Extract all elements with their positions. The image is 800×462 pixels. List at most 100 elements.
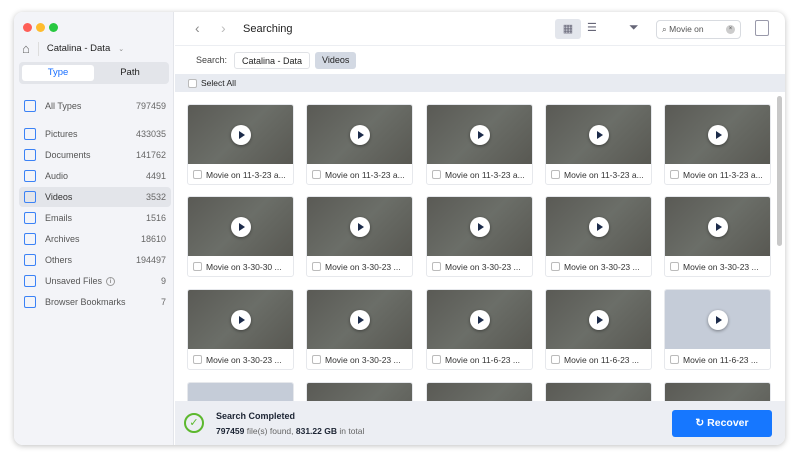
play-icon[interactable] bbox=[588, 309, 609, 330]
file-card[interactable] bbox=[187, 382, 294, 401]
video-thumbnail[interactable] bbox=[665, 383, 770, 401]
video-thumbnail[interactable] bbox=[546, 197, 651, 256]
scope-chip-drive[interactable]: Catalina - Data bbox=[234, 52, 311, 69]
video-thumbnail[interactable] bbox=[427, 383, 532, 401]
video-thumbnail[interactable] bbox=[546, 383, 651, 401]
file-checkbox[interactable] bbox=[193, 170, 202, 179]
file-card[interactable]: Movie on 3-30-30 ... bbox=[187, 196, 294, 277]
file-card[interactable] bbox=[426, 382, 533, 401]
video-thumbnail[interactable] bbox=[188, 290, 293, 349]
file-checkbox[interactable] bbox=[193, 262, 202, 271]
play-icon[interactable] bbox=[469, 309, 490, 330]
minimize-window-button[interactable] bbox=[36, 23, 45, 32]
clear-search-icon[interactable]: × bbox=[726, 25, 735, 34]
file-checkbox[interactable] bbox=[551, 170, 560, 179]
video-thumbnail[interactable] bbox=[546, 105, 651, 164]
video-thumbnail[interactable] bbox=[665, 197, 770, 256]
file-card[interactable]: Movie on 11-6-23 ... bbox=[545, 289, 652, 370]
play-icon[interactable] bbox=[230, 309, 251, 330]
file-checkbox[interactable] bbox=[670, 170, 679, 179]
file-card[interactable]: Movie on 11-3-23 a... bbox=[664, 104, 771, 185]
play-icon[interactable] bbox=[469, 124, 490, 145]
video-thumbnail[interactable] bbox=[427, 290, 532, 349]
file-card[interactable]: Movie on 11-6-23 ... bbox=[426, 289, 533, 370]
video-thumbnail[interactable] bbox=[307, 290, 412, 349]
file-checkbox[interactable] bbox=[312, 170, 321, 179]
help-book-icon[interactable] bbox=[755, 20, 769, 36]
play-icon[interactable] bbox=[469, 216, 490, 237]
play-icon[interactable] bbox=[230, 124, 251, 145]
file-card[interactable]: Movie on 3-30-23 ... bbox=[187, 289, 294, 370]
forward-button[interactable]: › bbox=[221, 20, 226, 36]
video-thumbnail[interactable] bbox=[188, 383, 293, 401]
file-card[interactable] bbox=[545, 382, 652, 401]
file-checkbox[interactable] bbox=[551, 355, 560, 364]
file-checkbox[interactable] bbox=[670, 355, 679, 364]
select-all-row[interactable]: Select All bbox=[175, 74, 785, 92]
file-card[interactable]: Movie on 11-3-23 a... bbox=[545, 104, 652, 185]
file-card[interactable]: Movie on 3-30-23 ... bbox=[306, 196, 413, 277]
scope-chip-videos[interactable]: Videos bbox=[315, 52, 357, 69]
video-thumbnail[interactable] bbox=[307, 197, 412, 256]
file-card[interactable]: Movie on 11-3-23 a... bbox=[187, 104, 294, 185]
sidebar-item-audio[interactable]: Audio 4491 bbox=[19, 166, 171, 186]
sidebar-item-browser-bookmarks[interactable]: Browser Bookmarks 7 bbox=[19, 292, 171, 312]
play-icon[interactable] bbox=[349, 309, 370, 330]
sidebar-item-all-types[interactable]: All Types 797459 bbox=[19, 95, 171, 117]
video-thumbnail[interactable] bbox=[307, 105, 412, 164]
play-icon[interactable] bbox=[707, 309, 728, 330]
file-checkbox[interactable] bbox=[551, 262, 560, 271]
search-input[interactable]: ⌕ Movie on × bbox=[656, 20, 741, 39]
file-checkbox[interactable] bbox=[432, 355, 441, 364]
file-checkbox[interactable] bbox=[432, 170, 441, 179]
play-icon[interactable] bbox=[588, 216, 609, 237]
play-icon[interactable] bbox=[230, 216, 251, 237]
list-view-button[interactable]: ☰ bbox=[587, 21, 597, 34]
back-button[interactable]: ‹ bbox=[195, 20, 200, 36]
file-checkbox[interactable] bbox=[312, 355, 321, 364]
file-card[interactable] bbox=[306, 382, 413, 401]
video-thumbnail[interactable] bbox=[188, 197, 293, 256]
scrollbar[interactable] bbox=[777, 96, 782, 246]
video-thumbnail[interactable] bbox=[188, 105, 293, 164]
select-all-checkbox[interactable] bbox=[188, 78, 197, 88]
file-card[interactable]: Movie on 3-30-23 ... bbox=[426, 196, 533, 277]
filter-icon[interactable]: ⏷ bbox=[629, 20, 639, 35]
sidebar-item-others[interactable]: Others 194497 bbox=[19, 250, 171, 270]
sidebar-item-documents[interactable]: Documents 141762 bbox=[19, 145, 171, 165]
recover-button[interactable]: ↻ Recover bbox=[672, 410, 772, 437]
zoom-window-button[interactable] bbox=[49, 23, 58, 32]
sidebar-item-pictures[interactable]: Pictures 433035 bbox=[19, 124, 171, 144]
video-thumbnail[interactable] bbox=[307, 383, 412, 401]
home-icon[interactable]: ⌂ bbox=[22, 41, 30, 56]
play-icon[interactable] bbox=[349, 124, 370, 145]
file-card[interactable]: Movie on 11-3-23 a... bbox=[426, 104, 533, 185]
video-thumbnail[interactable] bbox=[427, 197, 532, 256]
info-icon[interactable]: i bbox=[106, 276, 116, 286]
file-checkbox[interactable] bbox=[670, 262, 679, 271]
close-window-button[interactable] bbox=[23, 23, 32, 32]
sidebar-item-videos[interactable]: Videos 3532 bbox=[19, 187, 171, 207]
sidebar-item-archives[interactable]: Archives 18610 bbox=[19, 229, 171, 249]
sidebar-item-unsaved-files[interactable]: Unsaved Files i 9 bbox=[19, 271, 171, 291]
file-card[interactable]: Movie on 11-6-23 ... bbox=[664, 289, 771, 370]
play-icon[interactable] bbox=[707, 124, 728, 145]
file-checkbox[interactable] bbox=[312, 262, 321, 271]
video-thumbnail[interactable] bbox=[427, 105, 532, 164]
drive-selector[interactable]: ⌂ Catalina - Data ⌄ bbox=[22, 41, 124, 56]
video-thumbnail[interactable] bbox=[665, 290, 770, 349]
sidebar-item-emails[interactable]: Emails 1516 bbox=[19, 208, 171, 228]
file-checkbox[interactable] bbox=[193, 355, 202, 364]
tab-type[interactable]: Type bbox=[22, 65, 94, 81]
video-thumbnail[interactable] bbox=[665, 105, 770, 164]
file-card[interactable]: Movie on 11-3-23 a... bbox=[306, 104, 413, 185]
play-icon[interactable] bbox=[349, 216, 370, 237]
tab-path[interactable]: Path bbox=[94, 65, 166, 81]
file-card[interactable]: Movie on 3-30-23 ... bbox=[545, 196, 652, 277]
video-thumbnail[interactable] bbox=[546, 290, 651, 349]
file-checkbox[interactable] bbox=[432, 262, 441, 271]
file-card[interactable]: Movie on 3-30-23 ... bbox=[664, 196, 771, 277]
play-icon[interactable] bbox=[588, 124, 609, 145]
play-icon[interactable] bbox=[707, 216, 728, 237]
grid-view-button[interactable]: ▦ bbox=[555, 19, 581, 39]
